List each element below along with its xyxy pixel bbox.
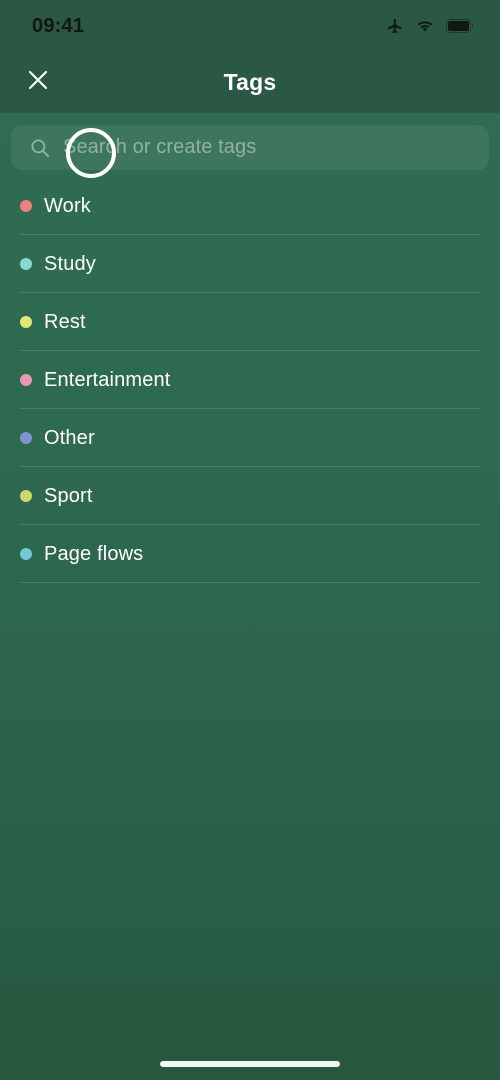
tag-row-rest[interactable]: Rest	[0, 293, 500, 351]
search-bar: Search or create tags	[11, 125, 489, 170]
tag-list: Work Study Rest Entertainment Other Spor…	[0, 177, 500, 583]
search-placeholder: Search or create tags	[63, 136, 257, 158]
tag-label: Rest	[44, 310, 86, 333]
tag-color-dot	[20, 432, 32, 444]
tag-color-dot	[20, 548, 32, 560]
battery-icon	[446, 19, 474, 33]
status-bar: 09:41	[0, 0, 500, 52]
tag-row-page-flows[interactable]: Page flows	[0, 525, 500, 583]
tag-color-dot	[20, 316, 32, 328]
tag-label: Sport	[44, 484, 93, 507]
tags-screen: 09:41 Tags Search or create tags Work St…	[0, 0, 500, 1080]
tag-color-dot	[20, 258, 32, 270]
search-icon	[31, 138, 50, 157]
close-button[interactable]	[18, 60, 58, 100]
tag-label: Other	[44, 426, 95, 449]
tag-label: Entertainment	[44, 368, 171, 391]
tag-color-dot	[20, 374, 32, 386]
tag-row-entertainment[interactable]: Entertainment	[0, 351, 500, 409]
tag-color-dot	[20, 200, 32, 212]
tag-label: Work	[44, 194, 91, 217]
tag-row-study[interactable]: Study	[0, 235, 500, 293]
tag-label: Study	[44, 252, 96, 275]
status-bar-icons	[386, 17, 474, 35]
tag-color-dot	[20, 490, 32, 502]
page-title: Tags	[223, 69, 277, 95]
search-input[interactable]: Search or create tags	[11, 125, 489, 170]
tag-label: Page flows	[44, 542, 144, 565]
tag-row-sport[interactable]: Sport	[0, 467, 500, 525]
wifi-icon	[417, 21, 433, 32]
tag-row-work[interactable]: Work	[0, 177, 500, 235]
tag-row-other[interactable]: Other	[0, 409, 500, 467]
nav-bar: Tags	[0, 52, 500, 113]
status-bar-time: 09:41	[32, 14, 85, 37]
close-icon	[28, 70, 48, 90]
airplane-mode-icon	[387, 18, 402, 34]
home-indicator	[160, 1061, 340, 1067]
